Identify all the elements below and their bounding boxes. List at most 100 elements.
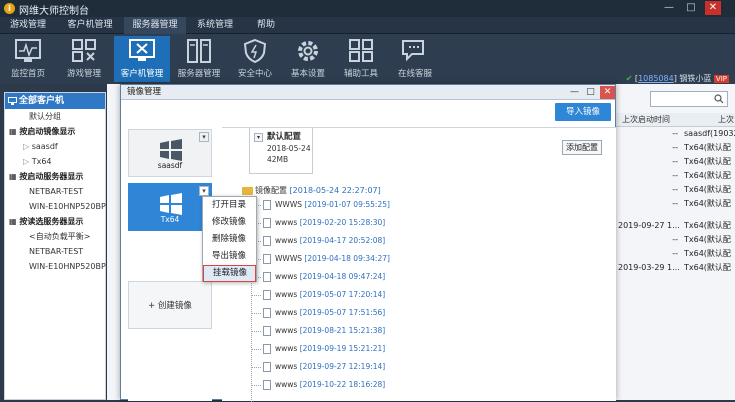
tree-node[interactable]: wwws [2019-08-21 15:21:38] [251,322,385,340]
tree-node[interactable]: WWWS [2019-04-18 09:34:27] [251,250,390,268]
tools-grid-icon [349,39,373,62]
tool-label: 辅助工具 [343,69,378,79]
image-card-saasdf[interactable]: ▾ saasdf [128,129,212,177]
table-row[interactable]: -- Tx64(默认配 [616,183,735,197]
maximize-button[interactable]: □ [683,1,699,15]
dropdown-arrow-icon[interactable]: ▾ [199,186,209,196]
add-config-button[interactable]: 添加配置 [562,140,602,155]
sidebar-item-tx64[interactable]: ▷ Tx64 [5,154,105,169]
file-icon [263,272,271,282]
tree-node[interactable]: wwws [2019-09-19 15:21:21] [251,340,385,358]
tool-label: 客户机管理 [120,69,164,79]
check-icon: ✔ [625,74,633,83]
tool-aux-tools[interactable]: 辅助工具 [333,36,389,82]
create-image-button[interactable]: + 创建镜像 [128,281,212,329]
table-row[interactable]: 2019-03-29 1... Tx64(默认配 [616,261,735,275]
image-card-tx64[interactable]: ▾ Tx64 [128,183,212,231]
table-row[interactable]: -- Tx64(默认配 [616,141,735,155]
menu-help[interactable]: 帮助 [244,17,288,34]
sidebar-item-default-group[interactable]: 默认分组 [5,109,105,124]
sidebar-group-by-read-server[interactable]: ▦ 按读选服务器显示 [5,214,105,229]
table-row[interactable]: -- Tx64(默认配 [616,155,735,169]
table-row[interactable]: -- Tx64(默认配 [616,197,735,211]
menu-item-delete-image[interactable]: 删除镜像 [203,231,256,248]
sidebar-item-netbar-test[interactable]: NETBAR-TEST [5,184,105,199]
sidebar-item-auto-balance[interactable]: <自动负载平衡> [5,229,105,244]
computer-icon [8,97,17,105]
config-date: 2018-05-24 [267,144,311,153]
menu-bar: 游戏管理 客户机管理 服务器管理 系统管理 帮助 [0,17,735,34]
image-context-menu: 打开目录 修改镜像 删除镜像 导出镜像 挂载镜像 [202,196,257,282]
tree-node[interactable]: wwws [2019-04-17 20:52:08] [251,232,385,250]
tree-root-node[interactable]: 镜像配置 [2018-05-24 22:27:07] [242,185,381,196]
tool-label: 游戏管理 [66,69,101,79]
table-row[interactable]: -- Tx64(默认配 [616,247,735,261]
dialog-maximize-button[interactable]: □ [583,86,598,99]
col-last[interactable]: 上次 [718,113,734,127]
sidebar-group-by-boot-server[interactable]: ▦ 按启动服务器显示 [5,169,105,184]
sidebar-item-saasdf[interactable]: ▷ saasdf [5,139,105,154]
tree-node[interactable]: wwws [2019-10-22 18:16:28] [251,376,385,394]
dropdown-arrow-icon[interactable]: ▾ [199,132,209,142]
group-icon: ▦ [9,172,20,181]
menu-client[interactable]: 客户机管理 [58,17,122,34]
menu-server[interactable]: 服务器管理 [124,17,186,34]
chevron-down-icon[interactable]: ▾ [254,133,263,142]
tree-node[interactable]: wwws [2019-05-07 17:20:14] [251,286,385,304]
tool-server[interactable]: 服务器管理 [171,36,227,82]
config-title: 默认配置 [267,132,302,142]
import-image-button[interactable]: 导入镜像 [555,103,611,121]
sidebar-item-win-server[interactable]: WIN-E10HNP520BP [5,199,106,214]
dialog-minimize-button[interactable]: — [567,86,582,99]
gear-icon [298,41,318,61]
col-last-start[interactable]: 上次启动时间 [622,115,670,124]
tool-security[interactable]: 安全中心 [227,36,283,82]
image-name: saasdf [157,161,183,170]
group-icon: ▦ [9,127,20,136]
table-row[interactable]: 2019-09-27 1... Tx64(默认配 [616,219,735,233]
vip-badge: VIP [713,75,729,83]
status-user: ✔ [1085084] 钢铁小蓝 VIP [625,74,729,83]
file-icon [263,380,271,390]
menu-item-edit-image[interactable]: 修改镜像 [203,214,256,231]
sidebar-item-all-clients[interactable]: 全部客户机 [5,93,105,109]
file-icon [263,326,271,336]
search-input[interactable] [650,91,728,107]
sidebar-group-by-boot-image[interactable]: ▦ 按启动镜像显示 [5,124,105,139]
dialog-title: 镜像管理 [127,87,162,97]
close-button[interactable]: ✕ [705,1,721,15]
menu-item-open-dir[interactable]: 打开目录 [203,197,256,214]
minimize-button[interactable]: — [661,1,677,15]
config-tab-default[interactable]: ▾ 默认配置 2018-05-24 42MB [249,128,313,174]
tool-client-management[interactable]: 客户机管理 [114,36,170,82]
table-row[interactable]: -- Tx64(默认配 [616,233,735,247]
tool-label: 服务器管理 [177,69,221,79]
file-icon [263,254,271,264]
file-icon [263,308,271,318]
tool-label: 监控首页 [10,69,45,79]
tool-game[interactable]: 游戏管理 [56,36,112,82]
tree-node[interactable]: WWWS [2019-01-07 09:55:25] [251,196,390,214]
menu-item-export-image[interactable]: 导出镜像 [203,248,256,265]
user-id-link[interactable]: 1085084 [638,74,674,83]
app-logo-icon: i [4,3,15,14]
tool-basic-settings[interactable]: 基本设置 [280,36,336,82]
menu-system[interactable]: 系统管理 [188,17,242,34]
sidebar-item-netbar-test-2[interactable]: NETBAR-TEST [5,244,105,259]
tool-online-service[interactable]: 在线客服 [387,36,443,82]
tree-node[interactable]: wwws [2019-05-07 17:51:56] [251,304,385,322]
sidebar-item-win-server-2[interactable]: WIN-E10HNP520BP [5,259,106,274]
expand-arrow-icon: ▷ [23,157,32,166]
tool-label: 在线客服 [397,69,432,79]
title-bar: i 网维大师控制台 — □ ✕ [0,0,735,17]
table-row[interactable]: -- Tx64(默认配 [616,169,735,183]
menu-game[interactable]: 游戏管理 [0,17,56,34]
tree-node[interactable]: wwws [2019-09-27 12:19:14] [251,358,385,376]
tree-node[interactable]: wwws [2019-04-18 09:47:24] [251,268,385,286]
tree-node[interactable]: wwws [2019-02-20 15:28:30] [251,214,385,232]
table-row[interactable]: -- saasdf(19032 [616,127,735,141]
dialog-close-button[interactable]: ✕ [600,86,615,99]
image-detail-panel: ▾ 默认配置 2018-05-24 42MB 添加配置 镜像配置 [2018-0… [222,127,616,402]
tool-monitor-home[interactable]: 监控首页 [0,36,56,82]
menu-item-mount-image[interactable]: 挂载镜像 [203,265,256,282]
